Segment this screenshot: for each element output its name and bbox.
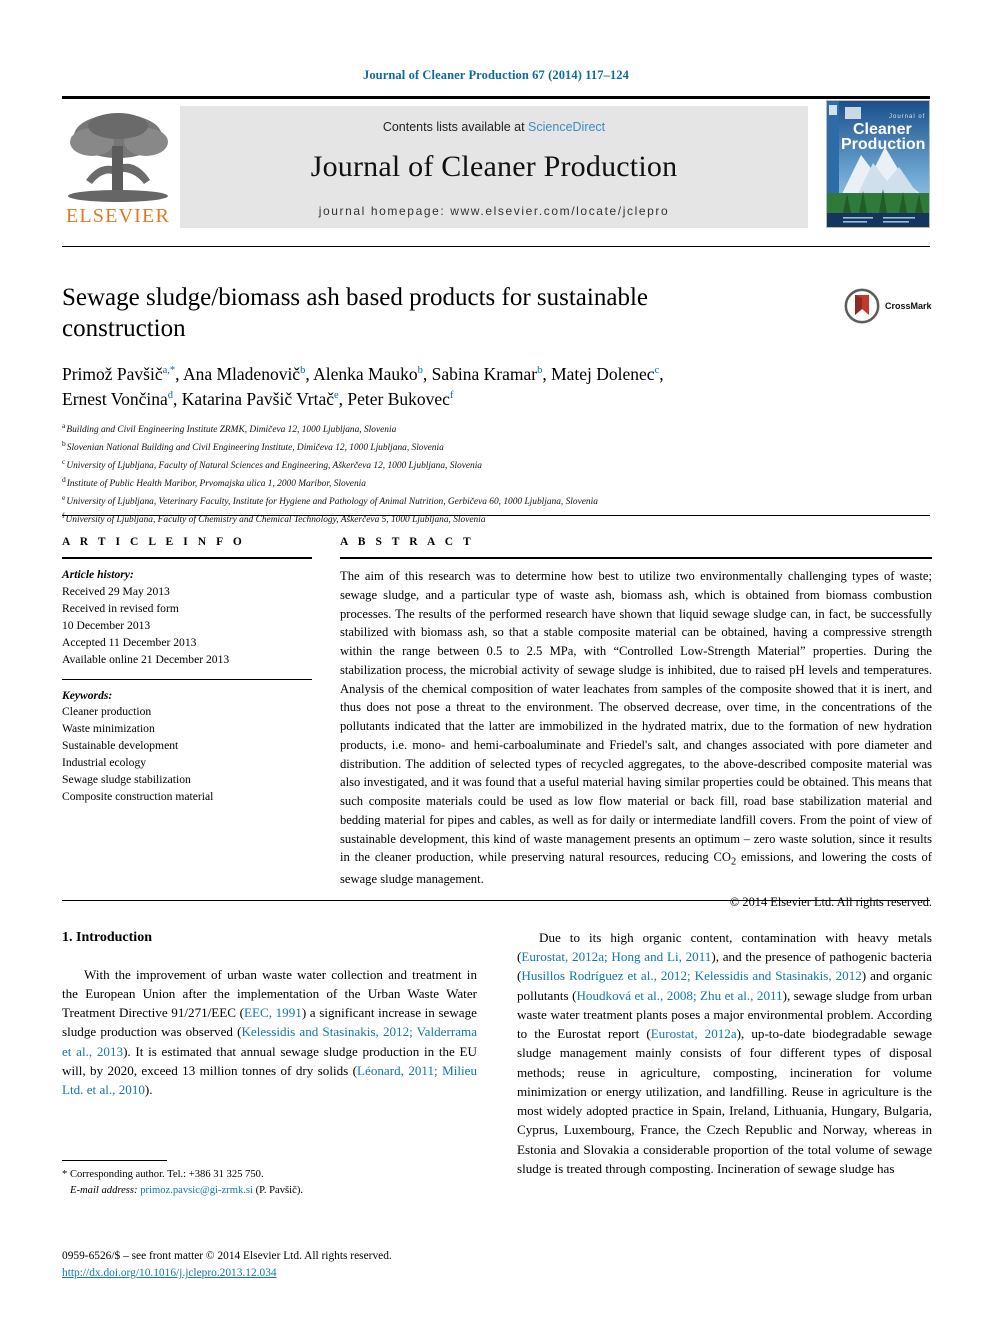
svg-text:Production: Production: [841, 136, 925, 153]
journal-cover-thumbnail: Journal of Cleaner Production: [826, 100, 930, 228]
abstract-heading: A B S T R A C T: [340, 536, 475, 548]
keywords-block: Keywords: Cleaner production Waste minim…: [62, 688, 312, 806]
affiliation-item: aBuilding and Civil Engineering Institut…: [62, 420, 932, 438]
keywords-label: Keywords:: [62, 688, 113, 702]
intro-text: ).: [144, 1081, 153, 1097]
article-history-label: Article history:: [62, 568, 134, 581]
author-affil-mark: b: [537, 365, 543, 377]
author-affil-mark: a,*: [162, 365, 176, 377]
crossmark-badge[interactable]: CrossMark: [844, 286, 948, 326]
affiliation-text: University of Ljubljana, Faculty of Chem…: [65, 515, 486, 526]
affiliation-list: aBuilding and Civil Engineering Institut…: [62, 420, 932, 528]
author-affil-mark: f: [449, 390, 454, 402]
email-owner: (P. Pavšič).: [252, 1184, 303, 1196]
info-section-top-rule: [62, 515, 930, 516]
affiliation-item: fUniversity of Ljubljana, Faculty of Che…: [62, 510, 932, 528]
author-affil-mark: b: [417, 365, 423, 377]
paper-page: Journal of Cleaner Production 67 (2014) …: [0, 0, 992, 1323]
citation-link[interactable]: Husillos Rodríguez et al., 2012; Kelessi…: [521, 968, 861, 983]
crossmark-label: CrossMark: [885, 301, 932, 311]
issn-copyright-line: 0959-6526/$ – see front matter © 2014 El…: [62, 1250, 392, 1262]
corresponding-author-line: * Corresponding author. Tel.: +386 31 32…: [62, 1169, 264, 1180]
affiliation-item: dInstitute of Public Health Maribor, Prv…: [62, 474, 932, 492]
history-item: Received 29 May 2013: [62, 584, 170, 598]
citation-link[interactable]: Eurostat, 2012a; Hong and Li, 2011: [521, 949, 711, 964]
abstract-text: The aim of this research was to determin…: [340, 567, 932, 889]
keyword-item: Industrial ecology: [62, 756, 147, 770]
crossmark-icon: [844, 288, 880, 324]
history-item: Available online 21 December 2013: [62, 652, 230, 666]
affiliation-item: eUniversity of Ljubljana, Veterinary Fac…: [62, 492, 932, 510]
email-line: E-mail address: primoz.pavsic@gi-zrmk.si…: [62, 1183, 477, 1199]
abstract-bottom-rule: [62, 900, 930, 901]
running-head: Journal of Cleaner Production 67 (2014) …: [362, 68, 630, 82]
contents-available-line: Contents lists available at ScienceDirec…: [180, 120, 808, 134]
keywords-divider: [62, 678, 312, 680]
doi-link[interactable]: http://dx.doi.org/10.1016/j.jclepro.2013…: [62, 1267, 277, 1279]
journal-homepage[interactable]: journal homepage: www.elsevier.com/locat…: [180, 204, 808, 218]
journal-title: Journal of Cleaner Production: [310, 150, 678, 183]
article-info-heading: A R T I C L E I N F O: [62, 536, 246, 548]
history-item: Accepted 11 December 2013: [62, 635, 197, 649]
author-list: Primož Pavšiča,*, Ana Mladenovičb, Alenk…: [62, 364, 664, 409]
citation-link[interactable]: EEC, 1991: [244, 1005, 302, 1020]
keyword-item: Waste minimization: [62, 722, 155, 736]
email-label: E-mail address:: [70, 1184, 138, 1196]
masthead-center-panel: Contents lists available at ScienceDirec…: [180, 106, 808, 228]
author-affil-mark: e: [333, 390, 339, 402]
intro-text: ), up-to-date biodegradable sewage sludg…: [517, 1026, 932, 1176]
article-info-panel: A R T I C L E I N F O Article history: R…: [62, 536, 312, 806]
keyword-item: Sustainable development: [62, 739, 179, 753]
imprint-block: 0959-6526/$ – see front matter © 2014 El…: [62, 1248, 492, 1282]
abstract-rule: [340, 557, 932, 559]
abstract-text-main: The aim of this research was to determin…: [340, 569, 932, 865]
corresponding-author-footnote: * Corresponding author. Tel.: +386 31 32…: [62, 1160, 477, 1199]
keyword-item: Cleaner production: [62, 705, 152, 719]
sciencedirect-link[interactable]: ScienceDirect: [528, 120, 605, 134]
email-link[interactable]: primoz.pavsic@gi-zrmk.si: [140, 1185, 253, 1196]
affiliation-text: Slovenian National Building and Civil En…: [66, 443, 444, 454]
intro-paragraph-right: Due to its high organic content, contami…: [517, 928, 932, 1178]
journal-masthead: ELSEVIER Contents lists available at Sci…: [62, 96, 930, 228]
history-item: Received in revised form: [62, 601, 179, 615]
affiliation-item: cUniversity of Ljubljana, Faculty of Nat…: [62, 456, 932, 474]
introduction-heading: 1. Introduction: [62, 930, 152, 945]
svg-text:Journal of: Journal of: [889, 114, 925, 120]
abstract-panel: A B S T R A C T The aim of this research…: [340, 536, 932, 910]
keyword-item: Composite construction material: [62, 790, 214, 804]
affiliation-text: Institute of Public Health Maribor, Prvo…: [66, 479, 366, 490]
author-affil-mark: b: [300, 365, 306, 377]
elsevier-wordmark: ELSEVIER: [65, 205, 171, 227]
masthead-bottom-rule: [62, 246, 930, 247]
title-block: Sewage sludge/biomass ash based products…: [62, 282, 762, 344]
keyword-item: Sewage sludge stabilization: [62, 773, 191, 787]
footnote-rule: [62, 1160, 167, 1161]
citation-link[interactable]: Houdková et al., 2008; Zhu et al., 2011: [576, 988, 782, 1003]
contents-prefix: Contents lists available at: [382, 120, 529, 134]
affiliation-text: Building and Civil Engineering Institute…: [66, 425, 397, 436]
affiliation-item: bSlovenian National Building and Civil E…: [62, 438, 932, 456]
abstract-copyright: © 2014 Elsevier Ltd. All rights reserved…: [729, 895, 932, 910]
body-column-left: 1. Introduction With the improvement of …: [62, 928, 477, 1099]
intro-paragraph-left: With the improvement of urban waste wate…: [62, 965, 477, 1100]
affiliation-text: University of Ljubljana, Faculty of Natu…: [66, 461, 482, 472]
body-column-right: Due to its high organic content, contami…: [517, 928, 932, 1178]
author-affil-mark: c: [654, 365, 660, 377]
article-history-block: Article history: Received 29 May 2013 Re…: [62, 567, 312, 669]
elsevier-logo: ELSEVIER: [62, 106, 174, 228]
citation-link[interactable]: Eurostat, 2012a: [651, 1026, 737, 1041]
history-item: 10 December 2013: [62, 618, 151, 632]
article-info-rule: [62, 557, 312, 559]
elsevier-tree-icon: [68, 113, 168, 202]
page-title: Sewage sludge/biomass ash based products…: [62, 284, 648, 342]
journal-cover-image: Journal of Cleaner Production: [827, 101, 929, 227]
masthead-top-rule: [62, 96, 930, 99]
author-affil-mark: d: [167, 390, 174, 402]
affiliation-text: University of Ljubljana, Veterinary Facu…: [66, 497, 598, 508]
